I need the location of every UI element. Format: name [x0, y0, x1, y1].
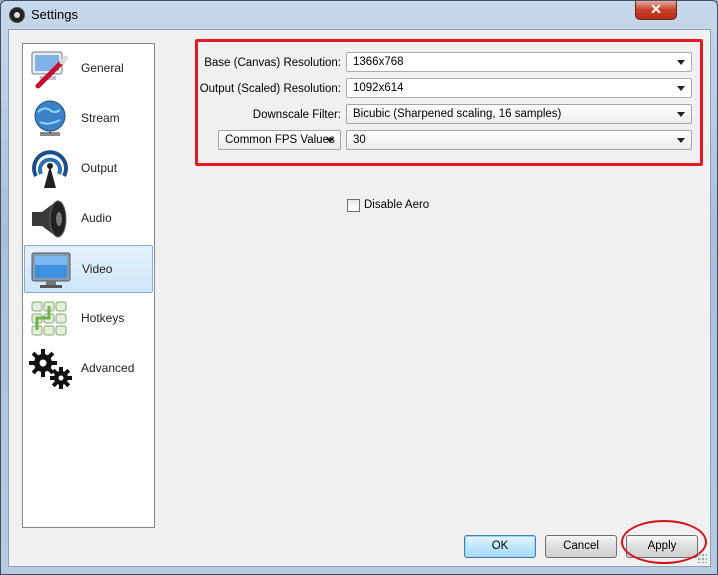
output-resolution-value: 1092x614: [353, 82, 404, 94]
sidebar-item-general[interactable]: General: [24, 45, 153, 93]
chevron-down-icon: [677, 60, 685, 65]
settings-sidebar: General Stream Output Audio Video Hotkey…: [22, 43, 155, 528]
disable-aero-label[interactable]: Disable Aero: [364, 199, 429, 211]
chevron-down-icon: [326, 138, 334, 143]
sidebar-item-audio[interactable]: Audio: [24, 195, 153, 243]
gears-icon: [29, 349, 72, 389]
apply-annotation-ellipse: [621, 520, 707, 564]
fps-value-combo[interactable]: 30: [346, 130, 692, 150]
sidebar-item-stream[interactable]: Stream: [24, 95, 153, 143]
fps-value: 30: [353, 134, 366, 146]
sidebar-item-label: Advanced: [81, 361, 135, 375]
output-resolution-label: Output (Scaled) Resolution:: [199, 83, 341, 95]
base-resolution-value: 1366x768: [353, 56, 404, 68]
sidebar-item-label: Audio: [81, 211, 112, 225]
sidebar-item-label: General: [81, 61, 124, 75]
ok-button[interactable]: OK: [464, 535, 536, 558]
sidebar-item-video[interactable]: Video: [24, 245, 153, 293]
title-bar[interactable]: Settings ✕: [1, 1, 717, 29]
output-resolution-combo[interactable]: 1092x614: [346, 78, 692, 98]
obs-app-icon: [9, 7, 25, 23]
fps-type-combo[interactable]: Common FPS Values: [218, 130, 341, 150]
globe-network-icon: [34, 100, 66, 136]
sidebar-item-label: Video: [82, 262, 113, 276]
broadcast-antenna-icon: [32, 150, 68, 188]
sidebar-item-hotkeys[interactable]: Hotkeys: [24, 295, 153, 343]
keyboard-keys-icon: [31, 301, 67, 336]
computer-pen-icon: [31, 51, 69, 89]
sidebar-item-label: Stream: [81, 111, 120, 125]
close-icon: ✕: [650, 1, 662, 17]
disable-aero-checkbox[interactable]: [347, 199, 360, 212]
sidebar-item-label: Output: [81, 161, 118, 175]
chevron-down-icon: [677, 138, 685, 143]
downscale-filter-label: Downscale Filter:: [252, 109, 341, 121]
window-title: Settings: [31, 7, 78, 22]
monitor-icon: [31, 252, 71, 288]
settings-content: General Stream Output Audio Video Hotkey…: [8, 29, 711, 567]
downscale-filter-combo[interactable]: Bicubic (Sharpened scaling, 16 samples): [346, 104, 692, 124]
fps-type-value: Common FPS Values: [225, 134, 335, 146]
close-button[interactable]: ✕: [635, 1, 677, 20]
sidebar-item-advanced[interactable]: Advanced: [24, 345, 153, 393]
base-resolution-combo[interactable]: 1366x768: [346, 52, 692, 72]
downscale-filter-value: Bicubic (Sharpened scaling, 16 samples): [353, 108, 562, 120]
chevron-down-icon: [677, 86, 685, 91]
base-resolution-label: Base (Canvas) Resolution:: [204, 57, 341, 69]
speaker-icon: [32, 200, 67, 238]
sidebar-item-output[interactable]: Output: [24, 145, 153, 193]
chevron-down-icon: [677, 112, 685, 117]
cancel-button[interactable]: Cancel: [545, 535, 617, 558]
sidebar-item-label: Hotkeys: [81, 311, 125, 325]
settings-window: Settings ✕ General Stream Output Audio V…: [0, 0, 718, 575]
resize-grip[interactable]: [697, 553, 707, 563]
